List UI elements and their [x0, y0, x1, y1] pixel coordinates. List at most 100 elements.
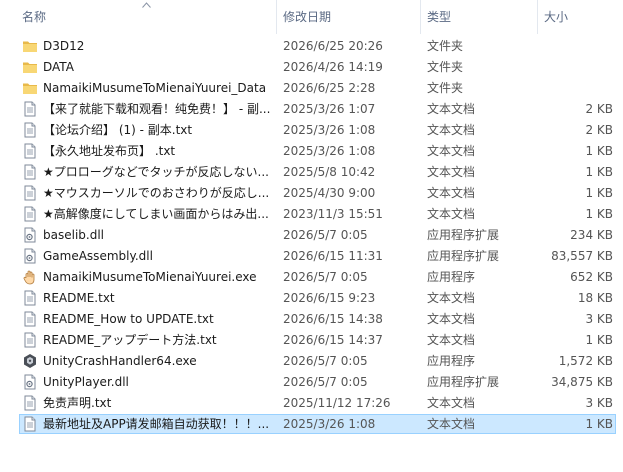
unity-icon — [22, 353, 38, 369]
file-type: 文本文档 — [427, 333, 476, 347]
file-date: 2025/3/26 1:08 — [283, 417, 376, 431]
column-divider[interactable] — [537, 0, 538, 34]
file-name: NamaikiMusumeToMienaiYuurei_Data — [43, 81, 267, 95]
file-row[interactable]: baselib.dll 2026/5/7 0:05 应用程序扩展 234 KB — [0, 225, 623, 246]
file-date: 2025/5/8 10:42 — [283, 165, 376, 179]
column-header-size[interactable]: 大小 — [544, 0, 568, 34]
exe-hand-icon — [22, 269, 38, 285]
file-date: 2026/6/15 14:37 — [283, 333, 383, 347]
file-date: 2026/5/7 0:05 — [283, 270, 368, 284]
text-file-icon — [22, 290, 38, 306]
file-name: 免责声明.txt — [43, 396, 112, 410]
file-size — [543, 78, 613, 99]
file-row[interactable]: DATA 2026/4/26 14:19 文件夹 — [0, 57, 623, 78]
file-size: 2 KB — [585, 123, 613, 137]
file-name: ★プロローグなどでタッチが反応しない... — [43, 165, 269, 179]
file-name: UnityPlayer.dll — [43, 375, 129, 389]
file-name: 【论坛介绍】 (1) - 副本.txt — [43, 123, 193, 137]
file-date: 2025/3/26 1:08 — [283, 144, 376, 158]
file-size: 1,572 KB — [558, 354, 613, 368]
column-divider[interactable] — [420, 0, 421, 34]
file-row[interactable]: README_How to UPDATE.txt 2026/6/15 14:38 文… — [0, 309, 623, 330]
file-type: 文件夹 — [427, 39, 464, 53]
file-date: 2025/4/30 9:00 — [283, 186, 376, 200]
file-row[interactable]: ★プロローグなどでタッチが反応しない... 2025/5/8 10:42 文本文档 1… — [0, 162, 623, 183]
file-row-selected[interactable]: 最新地址及APP请发邮箱自动获取！！！... 2025/3/26 1:08 文本文档… — [0, 414, 623, 435]
file-row[interactable]: ★高解像度にしてしまい画面からはみ出... 2023/11/3 15:51 文本文档… — [0, 204, 623, 225]
file-size: 1 KB — [585, 165, 613, 179]
file-size: 1 KB — [585, 417, 613, 431]
file-row[interactable]: 免责声明.txt 2025/11/12 17:26 文本文档 3 KB — [0, 393, 623, 414]
file-size: 3 KB — [585, 312, 613, 326]
file-row[interactable]: NamaikiMusumeToMienaiYuurei.exe 2026/5/7 … — [0, 267, 623, 288]
file-name: baselib.dll — [43, 228, 104, 242]
file-date: 2025/11/12 17:26 — [283, 396, 391, 410]
file-date: 2025/3/26 1:07 — [283, 102, 376, 116]
file-name: UnityCrashHandler64.exe — [43, 354, 197, 368]
file-size: 652 KB — [570, 270, 613, 284]
file-name: README.txt — [43, 291, 115, 305]
file-size: 1 KB — [585, 207, 613, 221]
file-row[interactable]: NamaikiMusumeToMienaiYuurei_Data 2026/6/2… — [0, 78, 623, 99]
file-date: 2025/3/26 1:08 — [283, 123, 376, 137]
file-name: 【永久地址发布页】 .txt — [43, 144, 176, 158]
file-size: 18 KB — [577, 291, 613, 305]
text-file-icon — [22, 164, 38, 180]
file-date: 2026/6/25 20:26 — [283, 39, 383, 53]
sort-ascending-icon — [142, 2, 151, 8]
file-date: 2026/6/15 11:31 — [283, 249, 383, 263]
file-row[interactable]: README_アップデート方法.txt 2026/6/15 14:37 文本文档 1 … — [0, 330, 623, 351]
file-size: 1 KB — [585, 186, 613, 200]
file-type: 应用程序 — [427, 354, 476, 368]
file-type: 应用程序扩展 — [427, 375, 500, 389]
column-header-date[interactable]: 修改日期 — [283, 0, 331, 34]
file-row[interactable]: README.txt 2026/6/15 9:23 文本文档 18 KB — [0, 288, 623, 309]
file-type: 文本文档 — [427, 165, 476, 179]
file-type: 文件夹 — [427, 81, 464, 95]
file-row[interactable]: UnityPlayer.dll 2026/5/7 0:05 应用程序扩展 34,875… — [0, 372, 623, 393]
file-type: 应用程序扩展 — [427, 249, 500, 263]
file-row[interactable]: 【来了就能下载和观看！纯免费！】 - 副... 2025/3/26 1:07 文本文… — [0, 99, 623, 120]
file-list: D3D12 2026/6/25 20:26 文件夹 DATA 2026/4/26 14:… — [0, 36, 623, 435]
text-file-icon — [22, 416, 38, 432]
folder-icon — [22, 59, 38, 75]
file-type: 文本文档 — [427, 123, 476, 137]
file-type: 文本文档 — [427, 144, 476, 158]
text-file-icon — [22, 101, 38, 117]
file-type: 文本文档 — [427, 312, 476, 326]
file-type: 文本文档 — [427, 102, 476, 116]
file-size: 3 KB — [585, 396, 613, 410]
text-file-icon — [22, 185, 38, 201]
file-row[interactable]: ★マウスカーソルでのおさわりが反応し... 2025/4/30 9:00 文本文档 1… — [0, 183, 623, 204]
file-row[interactable]: D3D12 2026/6/25 20:26 文件夹 — [0, 36, 623, 57]
file-date: 2026/6/25 2:28 — [283, 81, 376, 95]
file-type: 文本文档 — [427, 291, 476, 305]
file-row[interactable]: 【永久地址发布页】 .txt 2025/3/26 1:08 文本文档 1 KB — [0, 141, 623, 162]
dll-icon — [22, 248, 38, 264]
file-date: 2023/11/3 15:51 — [283, 207, 383, 221]
text-file-icon — [22, 311, 38, 327]
text-file-icon — [22, 122, 38, 138]
file-size — [543, 36, 613, 57]
text-file-icon — [22, 206, 38, 222]
file-row[interactable]: UnityCrashHandler64.exe 2026/5/7 0:05 应用程序… — [0, 351, 623, 372]
file-type: 应用程序扩展 — [427, 228, 500, 242]
file-date: 2026/6/15 14:38 — [283, 312, 383, 326]
dll-icon — [22, 227, 38, 243]
file-date: 2026/5/7 0:05 — [283, 354, 368, 368]
file-name: D3D12 — [43, 39, 85, 53]
folder-icon — [22, 80, 38, 96]
file-name: 最新地址及APP请发邮箱自动获取！！！... — [43, 417, 270, 431]
file-type: 文本文档 — [427, 207, 476, 221]
file-date: 2026/5/7 0:05 — [283, 375, 368, 389]
file-name: README_アップデート方法.txt — [43, 333, 217, 347]
column-header-type[interactable]: 类型 — [427, 0, 451, 34]
file-row[interactable]: 【论坛介绍】 (1) - 副本.txt 2025/3/26 1:08 文本文档 2 K… — [0, 120, 623, 141]
file-date: 2026/4/26 14:19 — [283, 60, 383, 74]
file-size: 1 KB — [585, 333, 613, 347]
file-size: 2 KB — [585, 102, 613, 116]
column-divider[interactable] — [276, 0, 277, 34]
file-row[interactable]: GameAssembly.dll 2026/6/15 11:31 应用程序扩展 83,… — [0, 246, 623, 267]
column-header-name[interactable]: 名称 — [22, 0, 46, 34]
file-name: GameAssembly.dll — [43, 249, 153, 263]
